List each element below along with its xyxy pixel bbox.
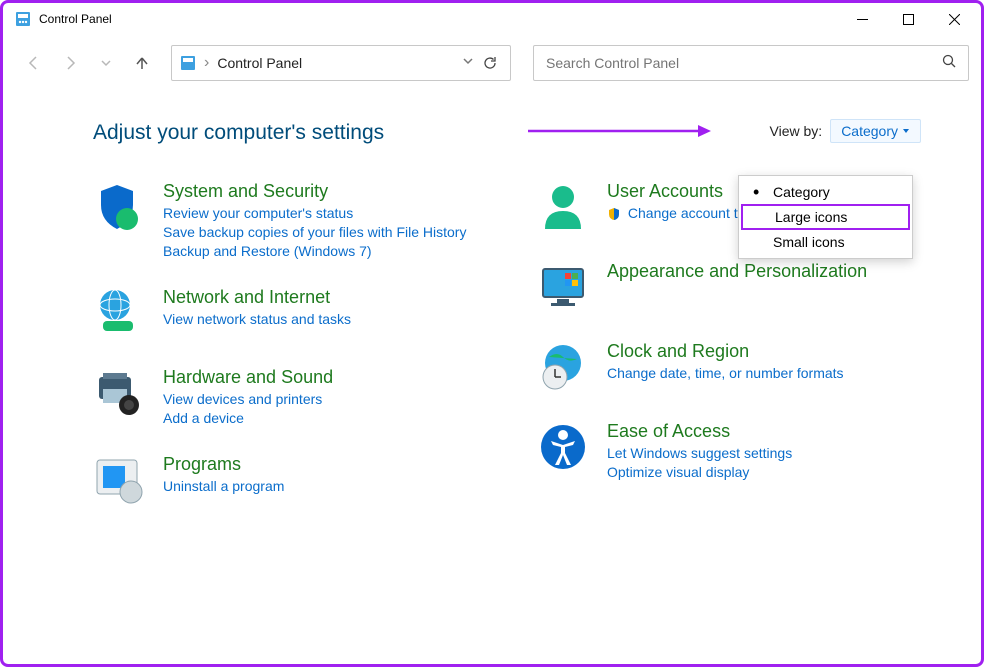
menu-item-category[interactable]: Category [739, 180, 912, 204]
category-link[interactable]: View network status and tasks [163, 311, 351, 327]
category-title[interactable]: Network and Internet [163, 287, 351, 308]
forward-button[interactable] [61, 54, 79, 72]
content-area: Adjust your computer's settings View by:… [3, 91, 981, 526]
category-network-internet: Network and Internet View network status… [93, 287, 487, 339]
annotation-arrow-icon [523, 121, 713, 141]
category-link[interactable]: Backup and Restore (Windows 7) [163, 243, 466, 259]
category-title[interactable]: System and Security [163, 181, 466, 202]
category-system-security: System and Security Review your computer… [93, 181, 487, 259]
back-button[interactable] [25, 54, 43, 72]
category-link[interactable]: Change date, time, or number formats [607, 365, 844, 381]
breadcrumb-chevron-icon: › [204, 54, 209, 72]
breadcrumb-text[interactable]: Control Panel [217, 55, 454, 71]
address-bar[interactable]: › Control Panel [171, 45, 511, 81]
category-link[interactable]: Optimize visual display [607, 464, 792, 480]
category-appearance-personalization: Appearance and Personalization [537, 261, 931, 313]
window-title: Control Panel [39, 12, 839, 26]
dropdown-caret-icon [902, 127, 910, 135]
category-link[interactable]: Add a device [163, 410, 333, 426]
up-button[interactable] [133, 54, 151, 72]
category-title[interactable]: Programs [163, 454, 284, 475]
category-hardware-sound: Hardware and Sound View devices and prin… [93, 367, 487, 426]
left-column: System and Security Review your computer… [93, 181, 487, 506]
printer-icon [93, 367, 145, 419]
category-link[interactable]: Let Windows suggest settings [607, 445, 792, 461]
viewby-dropdown[interactable]: Category [830, 119, 921, 143]
search-bar[interactable] [533, 45, 969, 81]
control-panel-icon [15, 11, 31, 27]
viewby-menu: Category Large icons Small icons [738, 175, 913, 259]
category-link[interactable]: Review your computer's status [163, 205, 466, 221]
toolbar: › Control Panel [3, 35, 981, 91]
category-link[interactable]: View devices and printers [163, 391, 333, 407]
uac-shield-icon [607, 207, 621, 221]
monitor-icon [537, 261, 589, 313]
titlebar: Control Panel [3, 3, 981, 35]
viewby-label: View by: [770, 123, 823, 139]
category-title[interactable]: Appearance and Personalization [607, 261, 867, 282]
maximize-button[interactable] [885, 3, 931, 35]
shield-icon [93, 181, 145, 233]
minimize-button[interactable] [839, 3, 885, 35]
programs-icon [93, 454, 145, 506]
category-link[interactable]: Uninstall a program [163, 478, 284, 494]
category-programs: Programs Uninstall a program [93, 454, 487, 506]
clock-globe-icon [537, 341, 589, 393]
category-title[interactable]: Hardware and Sound [163, 367, 333, 388]
control-panel-small-icon [180, 55, 196, 71]
accessibility-icon [537, 421, 589, 473]
category-ease-of-access: Ease of Access Let Windows suggest setti… [537, 421, 931, 480]
search-input[interactable] [546, 55, 942, 71]
refresh-button[interactable] [482, 55, 502, 71]
address-dropdown-icon[interactable] [462, 54, 474, 72]
search-icon[interactable] [942, 54, 956, 73]
menu-item-small-icons[interactable]: Small icons [739, 230, 912, 254]
recent-dropdown-icon[interactable] [97, 54, 115, 72]
viewby-value: Category [841, 123, 898, 139]
category-title[interactable]: Clock and Region [607, 341, 844, 362]
globe-icon [93, 287, 145, 339]
category-clock-region: Clock and Region Change date, time, or n… [537, 341, 931, 393]
category-link[interactable]: Save backup copies of your files with Fi… [163, 224, 466, 240]
menu-item-large-icons[interactable]: Large icons [741, 204, 910, 230]
category-title[interactable]: Ease of Access [607, 421, 792, 442]
user-icon [537, 181, 589, 233]
close-button[interactable] [931, 3, 977, 35]
